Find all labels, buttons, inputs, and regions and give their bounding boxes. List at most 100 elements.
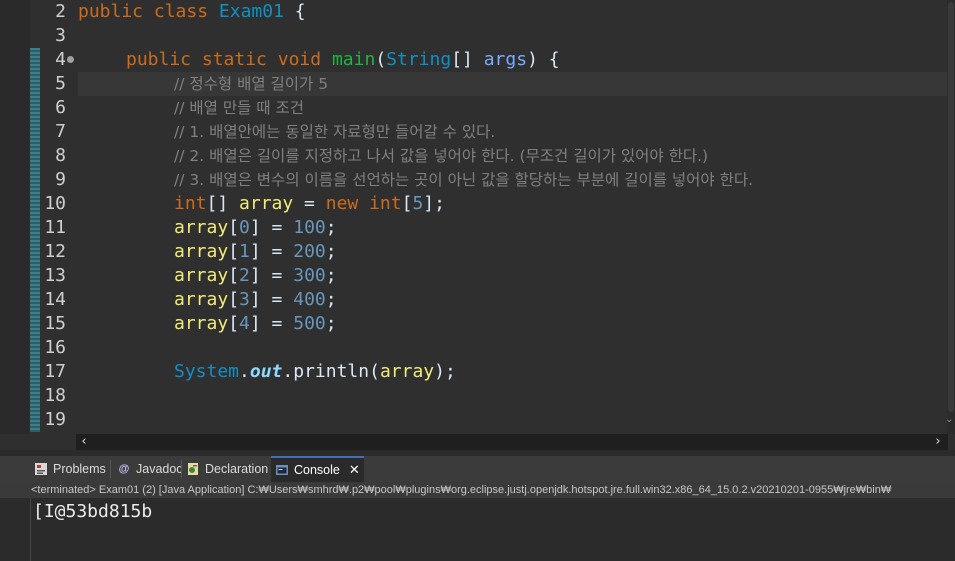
code-token: [] [206,193,240,214]
line-number: 11 [44,217,66,238]
tab-label: Problems [53,462,106,476]
tab-declaration[interactable]: Declaration [182,456,272,482]
line-number: 10 [44,193,66,214]
code-token: 100 [293,217,326,238]
code-token: ]; [423,193,445,214]
vertical-scrollbar-thumb[interactable] [948,2,954,412]
code-token: 4 [239,313,250,334]
code-token: Exam01 [218,1,284,22]
line-number: 9 [55,169,66,190]
code-token: [] [451,49,484,70]
line-number: 2 [55,1,66,22]
code-token: 3 [239,289,250,310]
code-token: ( [369,361,380,382]
code-token: int [369,193,402,214]
code-token: 5 [412,193,424,214]
code-token: . [282,361,294,382]
line-number: 14 [44,289,66,310]
code-token: 1 [239,241,250,262]
fold-collapse-icon[interactable] [67,56,74,63]
line-number: 17 [44,361,66,382]
code-token: array [379,361,435,382]
code-line-9: // 3. 배열은 변수의 이름을 선언하는 곳이 아닌 값을 할당하는 부분에… [174,171,754,189]
code-token: args [483,49,528,70]
code-token: array [174,313,229,334]
code-token: 500 [293,313,326,334]
line-number: 16 [44,337,66,358]
code-token: array [174,241,229,262]
code-line-11: array[0] = 100; [174,217,337,238]
code-line-5: // 정수형 배열 길이가 5 [174,75,329,93]
line-number: 7 [55,121,66,142]
console-gutter [0,498,31,561]
line-number: 15 [44,313,66,334]
change-indicator-bar [30,48,40,432]
tab-console[interactable]: Console ✕ [271,456,364,482]
code-token: public [126,49,192,70]
line-number: 4 [55,49,66,70]
code-token: array [174,289,229,310]
line-number: 6 [55,97,66,118]
tab-javadoc[interactable]: @ Javadoc [113,456,187,482]
line-number: 19 [44,409,66,430]
code-token: 400 [293,289,326,310]
code-token: . [239,361,250,382]
code-token: = [293,193,326,214]
code-token: array [174,265,229,286]
code-token: out [249,361,283,382]
console-icon [275,463,289,477]
tab-label: Console [294,463,340,477]
code-line-8: // 2. 배열은 길이를 지정하고 나서 값을 넣어야 한다. (무조건 길이… [174,147,709,165]
code-line-6: // 배열 만들 때 조건 [174,99,304,117]
code-token: int [174,193,207,214]
code-token: ( [375,49,387,70]
code-token: 0 [239,217,250,238]
code-line-7: // 1. 배열안에는 동일한 자료형만 들어갈 수 있다. [174,123,496,141]
line-number: 18 [44,385,66,406]
tab-label: Javadoc [136,462,183,476]
annotation-ruler [0,0,30,434]
code-token: static [201,49,267,70]
console-description: <terminated> Exam01 (2) [Java Applicatio… [0,482,955,498]
line-number: 5 [55,73,66,94]
code-token: System [174,361,240,382]
scroll-right-icon[interactable]: › [930,434,946,450]
code-token: main [331,49,376,70]
code-text-area[interactable]: public class Exam01 { public static void… [78,0,948,434]
line-number: 13 [44,265,66,286]
code-token: class [153,1,209,22]
code-line-10: int[] array = new int[5]; [174,192,445,216]
code-token: ); [434,361,456,382]
code-token: void [277,49,322,70]
code-line-2: public class Exam01 { [78,0,306,24]
line-number: 3 [55,25,66,46]
code-token: ) { [527,49,560,70]
declaration-icon [186,462,200,476]
code-editor[interactable]: 2 3 4 5 6 7 8 9 10 11 12 13 14 15 16 17 … [0,0,955,452]
code-token: [ [401,193,413,214]
code-token: 300 [293,265,326,286]
line-number: 12 [44,241,66,262]
code-token: array [174,217,229,238]
line-number: 8 [55,145,66,166]
code-line-17: System.out.println(array); [174,360,456,384]
horizontal-scrollbar[interactable] [76,434,948,450]
code-token: 200 [293,241,326,262]
scroll-down-icon[interactable]: ⌄ [945,414,955,428]
code-line-14: array[3] = 400; [174,289,337,310]
tab-problems[interactable]: Problems [30,456,110,482]
code-token: println [293,361,370,382]
scroll-left-icon[interactable]: ‹ [76,434,92,450]
code-token: String [386,49,452,70]
tab-separator [110,460,111,478]
code-token: { [283,1,306,22]
code-line-15: array[4] = 500; [174,313,337,334]
code-line-4: public static void main(String[] args) { [126,48,560,72]
close-icon[interactable]: ✕ [349,463,360,478]
code-token: array [239,193,294,214]
